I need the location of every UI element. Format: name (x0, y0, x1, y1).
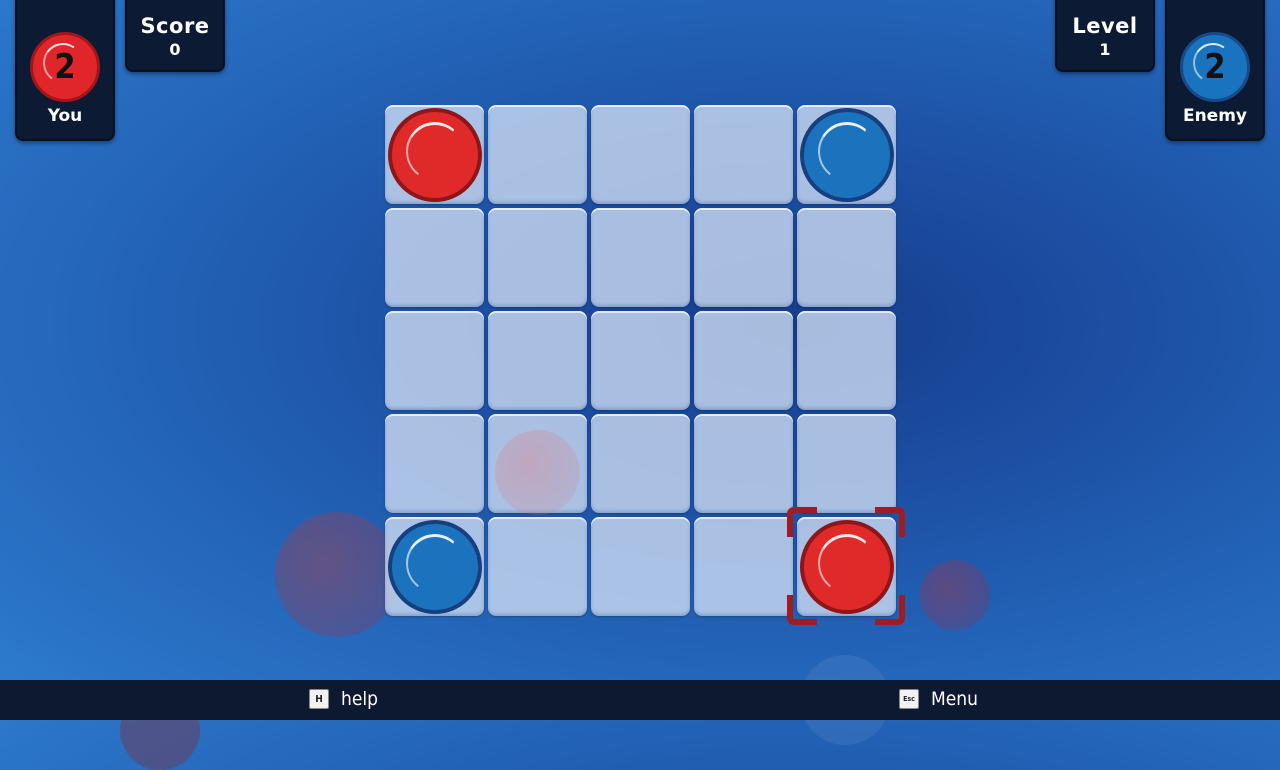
board-cell-r2-c2[interactable] (591, 311, 690, 410)
player-panel: 2 You (15, 0, 115, 141)
board-cell-r3-c4[interactable] (797, 414, 896, 513)
player-label: You (47, 106, 83, 126)
board-cell-r1-c3[interactable] (694, 208, 793, 307)
h-key-icon: H (309, 689, 329, 709)
menu-hint[interactable]: Esc Menu (899, 688, 978, 710)
background-bubble (920, 560, 990, 630)
player-piece-count: 2 (30, 32, 100, 102)
board-cell-r1-c4[interactable] (797, 208, 896, 307)
help-label: help (341, 688, 378, 710)
level-value: 1 (1099, 40, 1111, 59)
board-cell-r1-c2[interactable] (591, 208, 690, 307)
board-cell-r0-c1[interactable] (488, 105, 587, 204)
board-cell-r2-c0[interactable] (385, 311, 484, 410)
board-cell-r2-c4[interactable] (797, 311, 896, 410)
board-cell-r1-c1[interactable] (488, 208, 587, 307)
background-bubble (275, 512, 400, 637)
board-cell-r3-c3[interactable] (694, 414, 793, 513)
enemy-piece-count: 2 (1180, 32, 1250, 102)
background-bubble (495, 430, 580, 515)
board-cell-r0-c2[interactable] (591, 105, 690, 204)
enemy-label: Enemy (1182, 106, 1248, 126)
board-cell-r4-c3[interactable] (694, 517, 793, 616)
red-piece[interactable] (799, 519, 894, 614)
red-piece[interactable] (387, 107, 482, 202)
board-cell-r4-c2[interactable] (591, 517, 690, 616)
score-value: 0 (169, 40, 181, 59)
enemy-panel: 2 Enemy (1165, 0, 1265, 141)
score-panel: Score 0 (125, 0, 225, 72)
board-cell-r4-c1[interactable] (488, 517, 587, 616)
score-label: Score (140, 14, 210, 38)
menu-label: Menu (931, 688, 978, 710)
board-cell-r3-c2[interactable] (591, 414, 690, 513)
board-cell-r2-c1[interactable] (488, 311, 587, 410)
board-cell-r4-c4[interactable] (787, 507, 905, 625)
game-board (385, 105, 905, 625)
level-label: Level (1072, 14, 1138, 38)
board-cell-r1-c0[interactable] (385, 208, 484, 307)
board-cell-r0-c4[interactable] (797, 105, 896, 204)
board-cell-r3-c0[interactable] (385, 414, 484, 513)
esc-key-icon: Esc (899, 689, 919, 709)
help-hint[interactable]: H help (309, 688, 378, 710)
board-cell-r2-c3[interactable] (694, 311, 793, 410)
board-cell-r0-c3[interactable] (694, 105, 793, 204)
board-cell-r4-c0[interactable] (385, 517, 484, 616)
footer-bar: H help Esc Menu (0, 680, 1280, 720)
blue-piece[interactable] (799, 107, 894, 202)
board-cell-r0-c0[interactable] (385, 105, 484, 204)
level-panel: Level 1 (1055, 0, 1155, 72)
blue-piece[interactable] (387, 519, 482, 614)
